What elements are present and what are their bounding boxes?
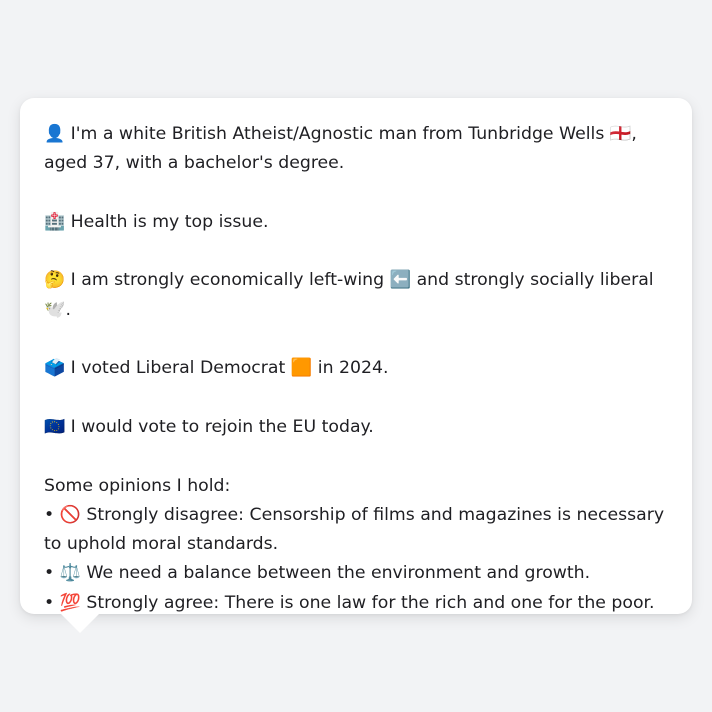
- intro-text: I'm a white British Atheist/Agnostic man…: [44, 124, 637, 174]
- opinion-item: • ⚖️ We need a balance between the envir…: [44, 559, 668, 588]
- opinion-text: Strongly agree: There is one law for the…: [86, 592, 655, 613]
- bullet: •: [44, 592, 55, 613]
- persona-message-bubble: 👤 I'm a white British Atheist/Agnostic m…: [20, 98, 692, 633]
- thinking-face-icon: 🤔: [44, 270, 66, 291]
- eu-flag-icon: 🇪🇺: [44, 416, 66, 437]
- hospital-icon: 🏥: [44, 211, 66, 232]
- eu-text: I would vote to rejoin the EU today.: [70, 416, 374, 437]
- ideology-text: I am strongly economically left-wing ⬅️ …: [44, 270, 654, 320]
- opinion-text: We need a balance between the environmen…: [86, 563, 591, 584]
- opinions-heading: Some opinions I hold:: [44, 475, 231, 496]
- bubble-tail: [60, 613, 100, 633]
- vote-text: I voted Liberal Democrat 🟧 in 2024.: [70, 358, 389, 379]
- top-issue-text: Health is my top issue.: [70, 211, 269, 232]
- hundred-points-icon: 💯: [59, 592, 81, 613]
- opinion-item: • 💯 Strongly agree: There is one law for…: [44, 589, 668, 618]
- opinion-text: Strongly disagree: Censorship of films a…: [44, 504, 665, 555]
- ideology-line: 🤔 I am strongly economically left-wing ⬅…: [44, 266, 668, 325]
- eu-line: 🇪🇺 I would vote to rejoin the EU today.: [44, 413, 668, 442]
- opinion-item: • 🚫 Strongly disagree: Censorship of fil…: [44, 501, 668, 560]
- prohibited-icon: 🚫: [59, 504, 81, 525]
- top-issue-line: 🏥 Health is my top issue.: [44, 208, 668, 237]
- ballot-box-icon: 🗳️: [44, 358, 66, 379]
- intro-line: 👤 I'm a white British Atheist/Agnostic m…: [44, 120, 668, 179]
- bullet: •: [44, 563, 55, 584]
- person-icon: 👤: [44, 124, 66, 144]
- bullet: •: [44, 504, 55, 525]
- vote-line: 🗳️ I voted Liberal Democrat 🟧 in 2024.: [44, 354, 668, 383]
- balance-scale-icon: ⚖️: [59, 563, 81, 584]
